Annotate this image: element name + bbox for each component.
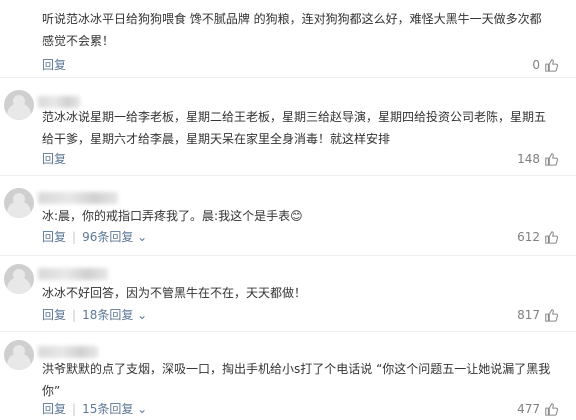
- like-count: 0: [532, 58, 540, 72]
- comment-item: 听说范冰冰平日给狗狗喂食 馋不腻品牌 的狗粮，连对狗狗都这么好，难怪大黑牛一天做…: [0, 0, 576, 78]
- thumbs-up-icon: [545, 403, 558, 416]
- comment-text: 听说范冰冰平日给狗狗喂食 馋不腻品牌 的狗粮，连对狗狗都这么好，难怪大黑牛一天做…: [42, 12, 542, 48]
- username-redacted: [38, 346, 98, 358]
- comment-item: 范冰冰说星期一给李老板，星期二给王老板，星期三给赵导演，星期四给投资公司老陈，星…: [0, 78, 576, 176]
- like-button[interactable]: 148: [517, 150, 558, 168]
- comment-item: 冰冰不好回答，因为不管黑牛在不在，天天都做！ 回复 | 18条回复 ⌄ 817: [0, 256, 576, 332]
- like-button[interactable]: 612: [517, 228, 558, 246]
- thumbs-up-icon: [545, 231, 558, 244]
- like-button[interactable]: 817: [517, 306, 558, 324]
- username-redacted: [38, 192, 118, 204]
- chevron-down-icon[interactable]: ⌄: [133, 230, 147, 244]
- avatar[interactable]: [4, 340, 34, 370]
- comment-text: 洪爷默默的点了支烟，深吸一口，掏出手机给小s打了个电话说 “你这个问题五一让她说…: [42, 362, 551, 398]
- comment-footer: 回复 | 15条回复 ⌄ 477: [42, 400, 558, 418]
- comment-text: 范冰冰说星期一给李老板，星期二给王老板，星期三给赵导演，星期四给投资公司老陈，星…: [42, 110, 547, 146]
- like-button[interactable]: 477: [517, 400, 558, 418]
- reply-link[interactable]: 回复: [42, 152, 66, 166]
- reply-link[interactable]: 回复: [42, 58, 66, 72]
- username-redacted: [38, 268, 108, 280]
- like-button[interactable]: 0: [532, 56, 558, 74]
- thumbs-up-icon: [545, 309, 558, 322]
- avatar[interactable]: [4, 264, 34, 294]
- reply-link[interactable]: 回复: [42, 308, 66, 322]
- separator: |: [72, 402, 77, 416]
- reply-link[interactable]: 回复: [42, 230, 66, 244]
- avatar[interactable]: [4, 188, 34, 218]
- more-replies-link[interactable]: 18条回复: [82, 308, 133, 322]
- comment-list: 听说范冰冰平日给狗狗喂食 馋不腻品牌 的狗粮，连对狗狗都这么好，难怪大黑牛一天做…: [0, 0, 576, 420]
- chevron-down-icon[interactable]: ⌄: [133, 308, 147, 322]
- comment-footer: 回复 0: [42, 56, 558, 74]
- more-replies-link[interactable]: 15条回复: [82, 402, 133, 416]
- comment-item: 冰:晨，你的戒指口弄疼我了。晨:我这个是手表😊 回复 | 96条回复 ⌄ 612: [0, 176, 576, 256]
- separator: |: [72, 230, 77, 244]
- like-count: 148: [517, 152, 540, 166]
- comment-footer: 回复 148: [42, 150, 558, 168]
- more-replies-link[interactable]: 96条回复: [82, 230, 133, 244]
- comment-text: 冰冰不好回答，因为不管黑牛在不在，天天都做！: [42, 286, 307, 300]
- chevron-down-icon[interactable]: ⌄: [133, 402, 147, 416]
- reply-link[interactable]: 回复: [42, 402, 66, 416]
- comment-item: 洪爷默默的点了支烟，深吸一口，掏出手机给小s打了个电话说 “你这个问题五一让她说…: [0, 332, 576, 420]
- separator: |: [72, 308, 77, 322]
- like-count: 477: [517, 402, 540, 416]
- like-count: 817: [517, 308, 540, 322]
- thumbs-up-icon: [545, 153, 558, 166]
- comment-footer: 回复 | 18条回复 ⌄ 817: [42, 306, 558, 324]
- comment-footer: 回复 | 96条回复 ⌄ 612: [42, 228, 558, 246]
- avatar[interactable]: [4, 90, 34, 120]
- like-count: 612: [517, 230, 540, 244]
- thumbs-up-icon: [545, 59, 558, 72]
- comment-text: 冰:晨，你的戒指口弄疼我了。晨:我这个是手表😊: [42, 209, 303, 223]
